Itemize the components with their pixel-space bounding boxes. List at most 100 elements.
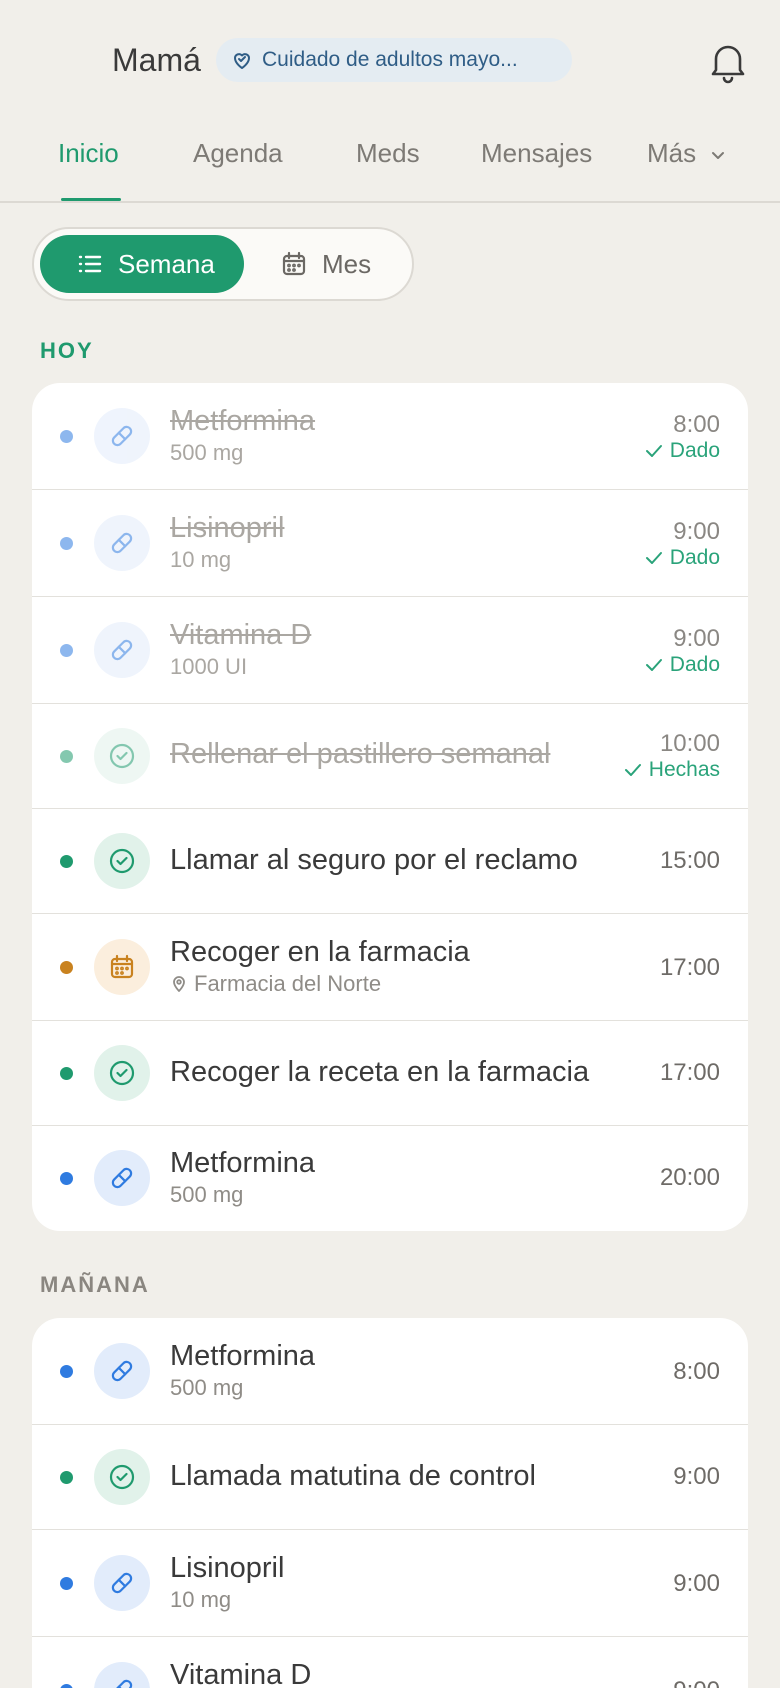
status-dot — [60, 1365, 73, 1378]
item-dose: 500 mg — [170, 440, 244, 465]
list-item[interactable]: Metformina 500 mg 20:00 — [32, 1126, 748, 1231]
item-dose: 500 mg — [170, 1375, 244, 1400]
item-location: Farmacia del Norte — [170, 971, 381, 997]
check-icon — [645, 659, 662, 671]
pill-icon — [94, 1662, 150, 1688]
status-dot — [60, 644, 73, 657]
app: Mamá Cuidado de adultos mayo... Inicio A… — [0, 0, 780, 1688]
item-status: Hechas — [623, 758, 720, 782]
status-dot — [60, 430, 73, 443]
calendar-icon — [282, 251, 306, 276]
check-circle-icon — [94, 1449, 150, 1505]
item-status-label: Dado — [669, 653, 720, 676]
tab-bar: Inicio Agenda Meds Mensajes Más — [0, 120, 780, 203]
heart-hands-icon — [234, 53, 250, 69]
item-title: Vitamina D — [170, 619, 312, 651]
status-dot — [60, 750, 73, 763]
list-item[interactable]: Recoger en la farmacia Farmacia del Nort… — [32, 914, 748, 1021]
check-circle-icon — [94, 1045, 150, 1101]
section-title-tomorrow: MAÑANA — [40, 1272, 150, 1297]
status-dot — [60, 1577, 73, 1590]
item-time: 10:00 — [659, 730, 720, 757]
month-view-button[interactable]: Mes — [280, 235, 400, 293]
pill-icon — [94, 515, 150, 571]
check-icon — [624, 764, 641, 776]
section-title-today: HOY — [40, 338, 94, 363]
status-dot — [60, 855, 73, 868]
status-dot — [60, 1684, 73, 1688]
item-status-label: Hechas — [648, 758, 720, 781]
week-view-label: Semana — [118, 248, 215, 279]
profile-name[interactable]: Mamá — [112, 42, 201, 79]
item-time: 9:00 — [673, 625, 720, 652]
item-status: Dado — [644, 653, 720, 677]
list-item[interactable]: Vitamina D 9:00 — [32, 1637, 748, 1688]
item-dose: 1000 UI — [170, 654, 248, 679]
pill-icon — [94, 1555, 150, 1611]
header: Mamá Cuidado de adultos mayo... — [0, 0, 780, 120]
bell-icon[interactable] — [704, 38, 752, 86]
check-circle-icon — [94, 728, 150, 784]
item-title: Metformina — [170, 1147, 316, 1179]
item-time: 9:00 — [673, 518, 720, 545]
pill-icon — [94, 408, 150, 464]
item-dose: 10 mg — [170, 547, 232, 572]
list-item[interactable]: Rellenar el pastillero semanal 10:00 Hec… — [32, 704, 748, 809]
item-title: Recoger en la farmacia — [170, 936, 470, 968]
item-status: Dado — [644, 546, 720, 570]
calendar-event-icon — [94, 939, 150, 995]
status-dot — [60, 1067, 73, 1080]
item-dose: 10 mg — [170, 1587, 232, 1612]
item-time: 17:00 — [659, 1059, 720, 1086]
list-item[interactable]: Recoger la receta en la farmacia 17:00 — [32, 1021, 748, 1126]
item-status: Dado — [644, 439, 720, 463]
list-item[interactable]: Lisinopril 10 mg 9:00 Dado — [32, 490, 748, 597]
item-time: 9:00 — [673, 1677, 720, 1688]
item-title: Recoger la receta en la farmacia — [170, 1056, 590, 1088]
view-toggle: Semana Mes — [32, 227, 414, 301]
item-status-label: Dado — [669, 439, 720, 462]
care-badge[interactable]: Cuidado de adultos mayo... — [216, 38, 572, 82]
status-dot — [60, 537, 73, 550]
list-item[interactable]: Lisinopril 10 mg 9:00 — [32, 1530, 748, 1637]
item-time: 17:00 — [659, 954, 720, 981]
item-dose: 500 mg — [170, 1182, 244, 1207]
pill-icon — [94, 1150, 150, 1206]
item-time: 15:00 — [659, 847, 720, 874]
list-item[interactable]: Llamada matutina de control 9:00 — [32, 1425, 748, 1530]
tab-inicio[interactable]: Inicio — [58, 138, 119, 169]
tab-mas[interactable]: Más — [647, 138, 727, 169]
item-time: 9:00 — [673, 1570, 720, 1597]
tomorrow-list: Metformina 500 mg 8:00 Llamada matutina … — [32, 1318, 748, 1688]
item-title: Lisinopril — [170, 1552, 285, 1584]
tab-mensajes[interactable]: Mensajes — [481, 138, 592, 169]
item-status-label: Dado — [669, 546, 720, 569]
item-time: 8:00 — [673, 1358, 720, 1385]
item-time: 20:00 — [659, 1164, 720, 1191]
location-pin-icon — [173, 976, 185, 992]
list-item[interactable]: Metformina 500 mg 8:00 Dado — [32, 383, 748, 490]
list-item[interactable]: Vitamina D 1000 UI 9:00 Dado — [32, 597, 748, 704]
status-dot — [60, 961, 73, 974]
item-title: Rellenar el pastillero semanal — [170, 738, 551, 770]
item-title: Metformina — [170, 1340, 316, 1372]
pill-icon — [94, 1343, 150, 1399]
tab-agenda[interactable]: Agenda — [193, 138, 283, 169]
week-view-button[interactable]: Semana — [40, 235, 244, 293]
status-dot — [60, 1471, 73, 1484]
tab-meds[interactable]: Meds — [356, 138, 420, 169]
list-item[interactable]: Llamar al seguro por el reclamo 15:00 — [32, 809, 748, 914]
chevron-down-icon — [712, 152, 725, 160]
list-item[interactable]: Metformina 500 mg 8:00 — [32, 1318, 748, 1425]
status-dot — [60, 1172, 73, 1185]
item-title: Lisinopril — [170, 512, 285, 544]
pill-icon — [94, 622, 150, 678]
item-title: Llamada matutina de control — [170, 1460, 536, 1492]
item-title: Llamar al seguro por el reclamo — [170, 844, 578, 876]
today-list: Metformina 500 mg 8:00 Dado Lisinopril 1… — [32, 383, 748, 1231]
item-title: Vitamina D — [170, 1659, 312, 1688]
item-location-label: Farmacia del Norte — [194, 971, 382, 996]
month-view-label: Mes — [322, 248, 372, 279]
check-icon — [645, 445, 662, 457]
check-circle-icon — [94, 833, 150, 889]
